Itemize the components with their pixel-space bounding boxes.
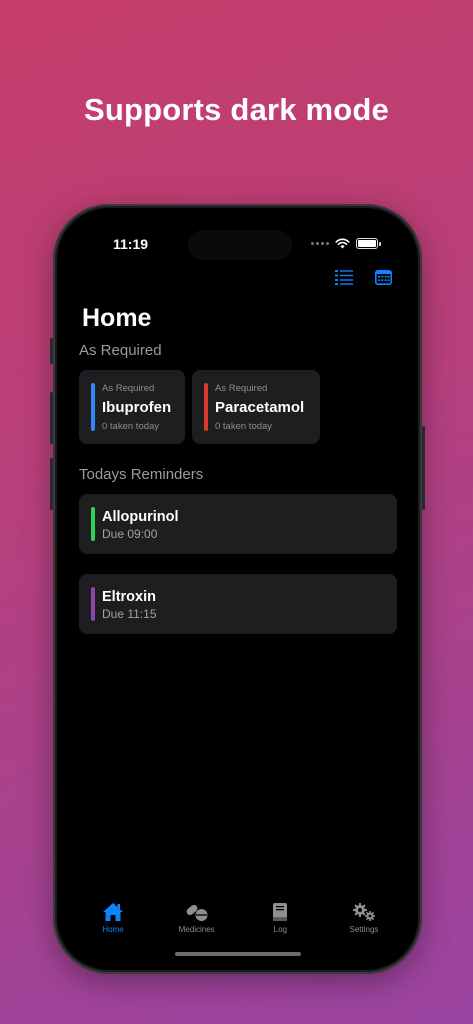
mute-switch <box>50 338 53 364</box>
reminder-card-allopurinol[interactable]: Allopurinol Due 09:00 <box>79 494 397 554</box>
volume-down-button <box>50 458 53 510</box>
tab-label: Home <box>102 925 124 934</box>
marketing-headline: Supports dark mode <box>83 92 390 127</box>
phone-frame: 11:19 Home As Required As Required Ibupr… <box>50 204 425 974</box>
gears-icon <box>352 903 375 921</box>
book-icon <box>273 903 288 921</box>
list-icon[interactable] <box>335 270 353 285</box>
tab-settings[interactable]: Settings <box>324 902 404 942</box>
dynamic-island <box>188 230 292 260</box>
tab-medicines[interactable]: Medicines <box>157 902 237 942</box>
color-bar <box>204 383 208 431</box>
status-icons <box>311 238 381 249</box>
as-required-card-paracetamol[interactable]: As Required Paracetamol 0 taken today <box>192 370 320 444</box>
house-icon <box>103 903 123 921</box>
taken-count: 0 taken today <box>215 421 273 432</box>
color-bar <box>91 383 95 431</box>
reminder-card-eltroxin[interactable]: Eltroxin Due 11:15 <box>79 574 397 634</box>
toolbar <box>335 270 392 285</box>
color-bar <box>91 587 95 621</box>
calendar-icon[interactable] <box>375 270 392 285</box>
page-title: Home <box>82 304 152 332</box>
medicine-name: Paracetamol <box>215 399 305 416</box>
taken-count: 0 taken today <box>102 421 160 432</box>
pills-icon <box>186 904 208 921</box>
card-caption: As Required <box>215 383 268 394</box>
as-required-card-ibuprofen[interactable]: As Required Ibuprofen 0 taken today <box>79 370 185 444</box>
wifi-icon <box>335 238 350 249</box>
tab-log[interactable]: Log <box>240 902 320 942</box>
tab-label: Settings <box>349 925 379 934</box>
due-time: Due 11:15 <box>102 607 157 621</box>
volume-up-button <box>50 392 53 444</box>
power-button <box>422 426 425 510</box>
tab-label: Log <box>273 925 287 934</box>
color-bar <box>91 507 95 541</box>
due-time: Due 09:00 <box>102 527 158 541</box>
medicine-name: Allopurinol <box>102 509 179 525</box>
card-caption: As Required <box>102 383 155 394</box>
medicine-name: Eltroxin <box>102 589 156 605</box>
as-required-label: As Required <box>79 342 162 359</box>
tab-bar: Home Medicines Log Settings <box>57 902 418 942</box>
tab-label: Medicines <box>178 925 215 934</box>
status-time: 11:19 <box>113 236 149 252</box>
battery-icon <box>356 238 381 249</box>
home-indicator <box>175 952 301 956</box>
tab-home[interactable]: Home <box>73 902 153 942</box>
signal-icon <box>311 242 329 245</box>
app-screen: 11:19 Home As Required As Required Ibupr… <box>57 208 418 970</box>
medicine-name: Ibuprofen <box>102 399 172 416</box>
reminders-label: Todays Reminders <box>79 466 204 483</box>
